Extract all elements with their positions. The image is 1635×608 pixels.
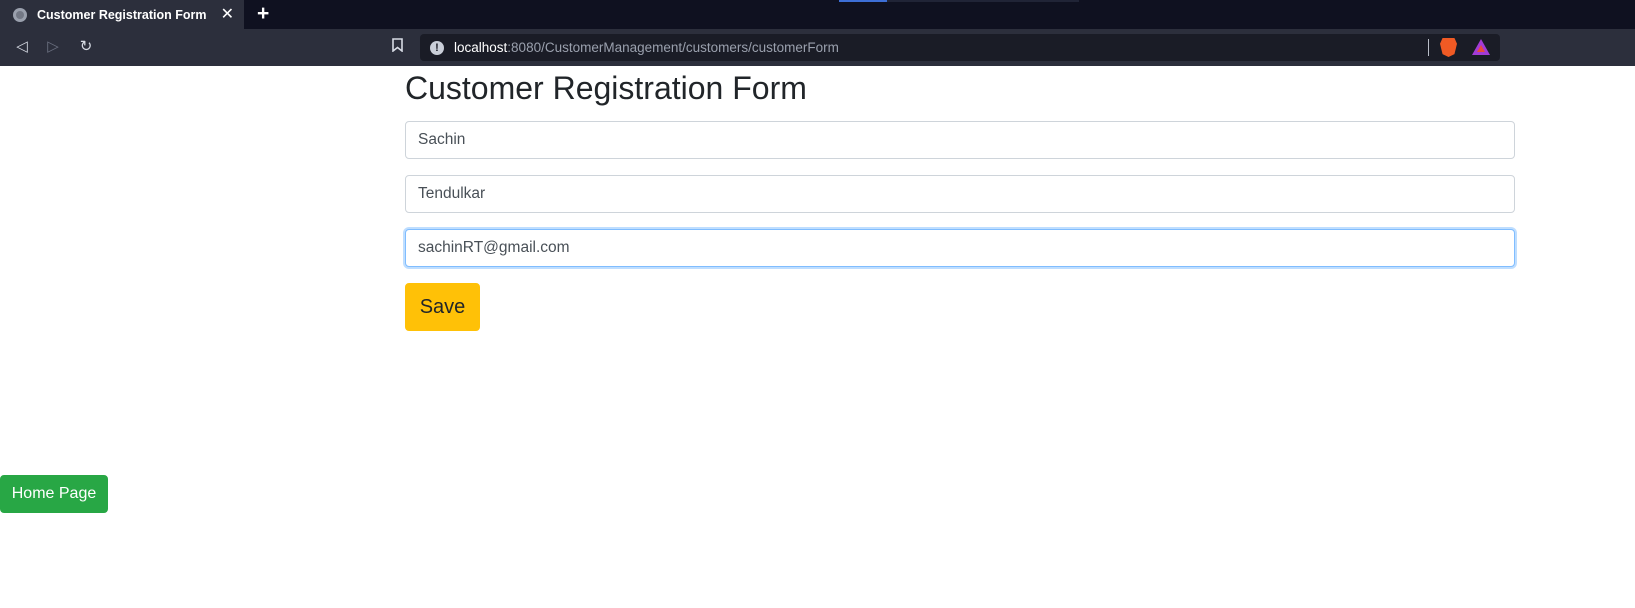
browser-toolbar: ◁ ▷ ↻ ! localhost :8080/CustomerManageme… xyxy=(0,29,1635,66)
first-name-input[interactable] xyxy=(405,121,1515,159)
browser-tab-bar: Customer Registration Form ✕ + xyxy=(0,0,1635,29)
address-bar[interactable]: ! localhost :8080/CustomerManagement/cus… xyxy=(420,34,1500,61)
globe-icon xyxy=(13,7,27,22)
brave-rewards-icon[interactable] xyxy=(1472,39,1490,55)
tab-title: Customer Registration Form xyxy=(37,7,207,22)
close-tab-icon[interactable]: ✕ xyxy=(221,4,234,24)
new-tab-icon[interactable]: + xyxy=(257,2,269,26)
bookmark-icon[interactable] xyxy=(390,38,404,56)
last-name-input[interactable] xyxy=(405,175,1515,213)
info-icon[interactable]: ! xyxy=(430,40,444,55)
brave-shields-icon[interactable] xyxy=(1440,38,1457,57)
save-button[interactable]: Save xyxy=(405,283,480,331)
url-divider xyxy=(1428,39,1429,56)
page-title: Customer Registration Form xyxy=(405,70,807,106)
url-path: :8080/CustomerManagement/customers/custo… xyxy=(507,40,839,55)
tab-accent-line xyxy=(839,0,887,2)
back-icon[interactable]: ◁ xyxy=(13,38,31,56)
reload-icon[interactable]: ↻ xyxy=(77,38,95,56)
tab-accent-line-dark xyxy=(887,0,1079,2)
url-host: localhost xyxy=(454,40,508,55)
browser-tab-active[interactable]: Customer Registration Form ✕ xyxy=(0,0,244,29)
email-input[interactable] xyxy=(405,229,1515,267)
home-page-button[interactable]: Home Page xyxy=(0,475,108,513)
forward-icon[interactable]: ▷ xyxy=(44,38,62,56)
